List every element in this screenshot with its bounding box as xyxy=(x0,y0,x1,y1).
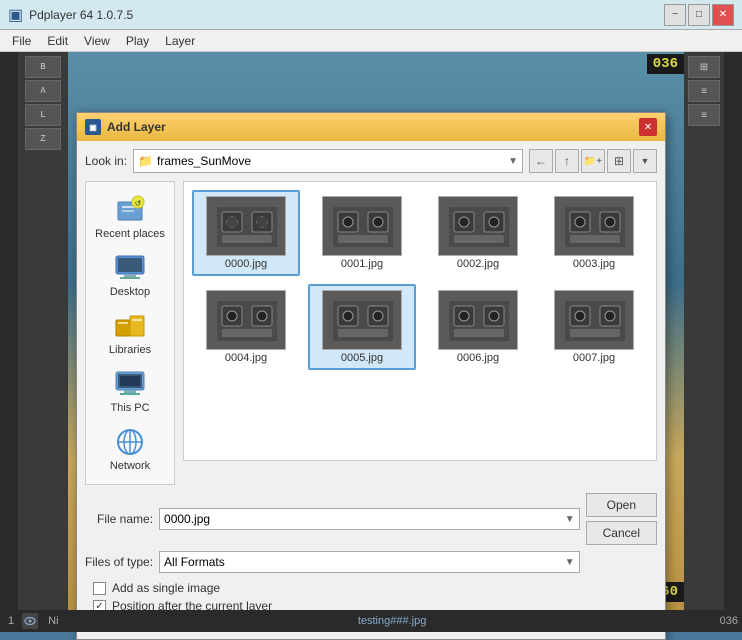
title-bar-controls: − □ ✕ xyxy=(664,4,734,26)
file-label-0006: 0006.jpg xyxy=(457,352,499,364)
file-item-0002[interactable]: 0002.jpg xyxy=(424,190,532,276)
filename-label: File name: xyxy=(85,512,153,526)
filename-input[interactable]: 0000.jpg ▼ xyxy=(159,508,580,530)
sidebar-item-this-pc[interactable]: This PC xyxy=(90,364,170,418)
lookin-select[interactable]: 📁 frames_SunMove ▼ xyxy=(133,149,523,173)
file-thumb-0003 xyxy=(554,196,634,256)
dialog-icon: ▣ xyxy=(85,119,101,135)
lookin-label: Look in: xyxy=(85,154,127,168)
single-image-checkbox[interactable] xyxy=(93,582,106,595)
file-item-0004[interactable]: 0004.jpg xyxy=(192,284,300,370)
bottom-bar: 1 Ni testing###.jpg 036 xyxy=(0,610,742,632)
checkbox-row-single-image: Add as single image xyxy=(93,581,657,595)
close-button[interactable]: ✕ xyxy=(712,4,734,26)
file-label-0004: 0004.jpg xyxy=(225,352,267,364)
file-item-0005[interactable]: 0005.jpg xyxy=(308,284,416,370)
sidebar-network-label: Network xyxy=(110,460,150,472)
file-thumb-0002 xyxy=(438,196,518,256)
current-filename: testing###.jpg xyxy=(69,615,716,627)
recent-places-icon: ↺ xyxy=(114,194,146,226)
nav-view-button[interactable]: ⊞ xyxy=(607,149,631,173)
file-thumb-0001 xyxy=(322,196,402,256)
sidebar-libraries-label: Libraries xyxy=(109,344,151,356)
sidebar-item-libraries[interactable]: Libraries xyxy=(90,306,170,360)
filetype-label: Files of type: xyxy=(85,555,153,569)
layer-label: Ni xyxy=(42,615,64,627)
app-icon: ▣ xyxy=(8,5,23,25)
lookin-value: frames_SunMove xyxy=(157,154,251,168)
open-button[interactable]: Open xyxy=(586,493,657,517)
network-icon xyxy=(114,426,146,458)
dialog-overlay: ▣ Add Layer ✕ Look in: 📁 frames_SunMove … xyxy=(0,52,742,610)
menu-file[interactable]: File xyxy=(4,32,39,50)
file-label-0003: 0003.jpg xyxy=(573,258,615,270)
file-label-0002: 0002.jpg xyxy=(457,258,499,270)
sidebar-item-recent-places[interactable]: ↺ Recent places xyxy=(90,190,170,244)
file-label-0005: 0005.jpg xyxy=(341,352,383,364)
file-item-0003[interactable]: 0003.jpg xyxy=(540,190,648,276)
dialog-close-button[interactable]: ✕ xyxy=(639,118,657,136)
nav-new-folder-button[interactable]: 📁+ xyxy=(581,149,605,173)
menu-layer[interactable]: Layer xyxy=(157,32,203,50)
dialog-body: Look in: 📁 frames_SunMove ▼ ← ↑ 📁+ ⊞ ▼ xyxy=(77,141,665,639)
svg-text:↺: ↺ xyxy=(135,199,142,208)
filename-chevron-icon: ▼ xyxy=(565,514,575,525)
button-area: Open Cancel xyxy=(586,493,657,545)
menu-play[interactable]: Play xyxy=(118,32,157,50)
filetype-input[interactable]: All Formats ▼ xyxy=(159,551,580,573)
file-thumb-0006 xyxy=(438,290,518,350)
file-label-0001: 0001.jpg xyxy=(341,258,383,270)
eye-icon[interactable] xyxy=(22,613,38,629)
frame-count: 036 xyxy=(720,615,738,627)
sidebar-this-pc-label: This PC xyxy=(110,402,149,414)
nav-buttons: ← ↑ 📁+ ⊞ ▼ xyxy=(529,149,657,173)
libraries-icon xyxy=(114,310,146,342)
filename-value: 0000.jpg xyxy=(164,512,210,526)
file-thumb-0000 xyxy=(206,196,286,256)
nav-view2-button[interactable]: ▼ xyxy=(633,149,657,173)
app-title: Pdplayer 64 1.0.7.5 xyxy=(29,8,133,22)
maximize-button[interactable]: □ xyxy=(688,4,710,26)
lookin-row: Look in: 📁 frames_SunMove ▼ ← ↑ 📁+ ⊞ ▼ xyxy=(85,149,657,173)
desktop-icon xyxy=(114,252,146,284)
file-sidebar: ↺ Recent places xyxy=(85,181,175,485)
title-bar-left: ▣ Pdplayer 64 1.0.7.5 xyxy=(8,5,133,25)
dialog-titlebar: ▣ Add Layer ✕ xyxy=(77,113,665,141)
dialog-titlebar-left: ▣ Add Layer xyxy=(85,119,166,135)
content-area: ↺ Recent places xyxy=(85,181,657,485)
sidebar-recent-label: Recent places xyxy=(95,228,165,240)
file-inputs: File name: 0000.jpg ▼ Open Cancel Files … xyxy=(85,493,657,573)
menu-bar: File Edit View Play Layer xyxy=(0,30,742,52)
cancel-button[interactable]: Cancel xyxy=(586,521,657,545)
sidebar-desktop-label: Desktop xyxy=(110,286,150,298)
lookin-folder-icon: 📁 xyxy=(138,154,153,168)
menu-view[interactable]: View xyxy=(76,32,118,50)
file-label-0000: 0000.jpg xyxy=(225,258,267,270)
file-grid: 0000.jpg xyxy=(183,181,657,461)
add-layer-dialog: ▣ Add Layer ✕ Look in: 📁 frames_SunMove … xyxy=(76,112,666,640)
file-thumb-0005 xyxy=(322,290,402,350)
nav-back-button[interactable]: ← xyxy=(529,149,553,173)
nav-up-button[interactable]: ↑ xyxy=(555,149,579,173)
dialog-title: Add Layer xyxy=(107,120,166,134)
file-item-0001[interactable]: 0001.jpg xyxy=(308,190,416,276)
this-pc-icon xyxy=(114,368,146,400)
file-item-0007[interactable]: 0007.jpg xyxy=(540,284,648,370)
file-thumb-0004 xyxy=(206,290,286,350)
file-item-0006[interactable]: 0006.jpg xyxy=(424,284,532,370)
lookin-chevron-icon: ▼ xyxy=(508,156,518,167)
title-bar: ▣ Pdplayer 64 1.0.7.5 − □ ✕ xyxy=(0,0,742,30)
minimize-button[interactable]: − xyxy=(664,4,686,26)
filetype-chevron-icon: ▼ xyxy=(565,557,575,568)
file-thumb-0007 xyxy=(554,290,634,350)
file-item-0000[interactable]: 0000.jpg xyxy=(192,190,300,276)
main-area: B A L Z ⊞ ≡ ≡ 360 036 ▣ Add Layer ✕ xyxy=(0,52,742,632)
filetype-value: All Formats xyxy=(164,555,225,569)
single-image-label: Add as single image xyxy=(112,581,220,595)
menu-edit[interactable]: Edit xyxy=(39,32,76,50)
file-label-0007: 0007.jpg xyxy=(573,352,615,364)
sidebar-item-network[interactable]: Network xyxy=(90,422,170,476)
frame-number: 1 xyxy=(4,615,18,627)
sidebar-item-desktop[interactable]: Desktop xyxy=(90,248,170,302)
